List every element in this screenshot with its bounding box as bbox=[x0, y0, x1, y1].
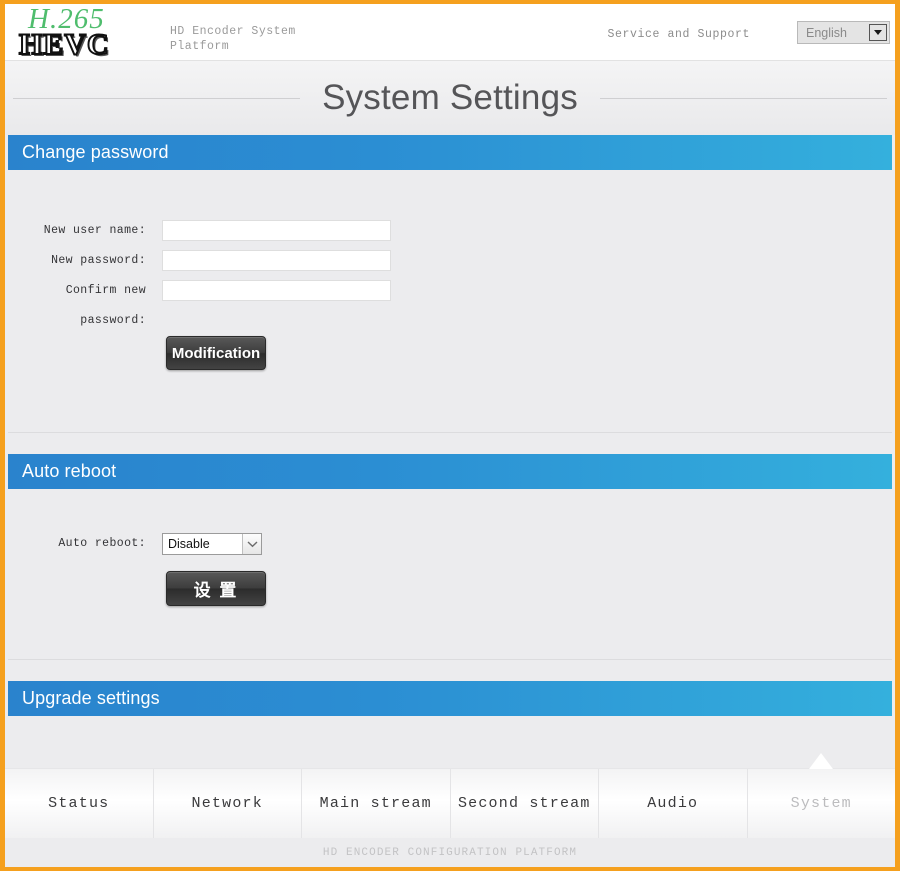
logo-hevc-text: HEVC bbox=[18, 28, 110, 61]
auto-reboot-body: Auto reboot: Disable 设 置 bbox=[5, 489, 895, 659]
page-title: System Settings bbox=[322, 78, 578, 117]
confirm-password-label-line2: password: bbox=[80, 314, 146, 327]
tab-network[interactable]: Network bbox=[154, 769, 302, 838]
tab-system-label: System bbox=[790, 795, 852, 812]
language-select-value: English bbox=[806, 25, 847, 40]
confirm-password-input[interactable] bbox=[162, 280, 391, 301]
modification-button[interactable]: Modification bbox=[166, 336, 266, 370]
language-select[interactable]: English bbox=[797, 21, 890, 44]
title-rule-left bbox=[13, 97, 301, 99]
active-tab-caret-icon bbox=[809, 753, 834, 769]
new-user-name-input[interactable] bbox=[162, 220, 391, 241]
confirm-password-label: Confirm new password: bbox=[5, 276, 146, 336]
page-footer: HD ENCODER CONFIGURATION PLATFORM bbox=[5, 838, 895, 867]
divider-after-auto-reboot bbox=[8, 659, 892, 660]
bottom-nav-bar: Status Network Main stream Second stream… bbox=[5, 753, 896, 838]
chevron-down-icon[interactable] bbox=[869, 24, 887, 41]
section-change-password: Change password New user name: New passw… bbox=[5, 135, 895, 432]
section-auto-reboot: Auto reboot Auto reboot: Disable 设 置 bbox=[5, 454, 895, 659]
auto-reboot-set-button[interactable]: 设 置 bbox=[166, 571, 266, 606]
change-password-header: Change password bbox=[8, 135, 892, 179]
confirm-password-label-line1: Confirm new bbox=[65, 284, 146, 297]
system-name-label: HD Encoder System Platform bbox=[170, 25, 296, 53]
tab-status[interactable]: Status bbox=[5, 769, 154, 838]
footer-text: HD ENCODER CONFIGURATION PLATFORM bbox=[322, 846, 578, 859]
site-logo: H.265 HEVC bbox=[14, 4, 149, 61]
change-password-title: Change password bbox=[22, 142, 169, 162]
upgrade-settings-title: Upgrade settings bbox=[22, 688, 160, 708]
tab-system[interactable]: System bbox=[748, 753, 896, 838]
section-upgrade-settings: Upgrade settings bbox=[5, 681, 895, 761]
top-header-bar: H.265 HEVC HD Encoder System Platform Se… bbox=[5, 4, 895, 61]
new-password-input[interactable] bbox=[162, 250, 391, 271]
service-and-support-link[interactable]: Service and Support bbox=[607, 28, 750, 41]
auto-reboot-select-value: Disable bbox=[168, 537, 210, 551]
divider-after-change-password bbox=[8, 432, 892, 433]
new-password-label: New password: bbox=[51, 254, 146, 267]
browser-page: H.265 HEVC HD Encoder System Platform Se… bbox=[0, 0, 900, 871]
upgrade-settings-body bbox=[5, 716, 895, 761]
upgrade-settings-header: Upgrade settings bbox=[8, 681, 892, 725]
auto-reboot-select[interactable]: Disable bbox=[162, 533, 262, 555]
form-row-new-user-name: New user name: bbox=[5, 216, 391, 246]
new-user-name-label: New user name: bbox=[43, 224, 146, 237]
tab-second-stream[interactable]: Second stream bbox=[451, 769, 599, 838]
tab-second-stream-label: Second stream bbox=[457, 795, 591, 812]
auto-reboot-header: Auto reboot bbox=[8, 454, 892, 498]
form-row-auto-reboot: Auto reboot: Disable bbox=[5, 533, 262, 555]
auto-reboot-label: Auto reboot: bbox=[58, 537, 146, 550]
form-row-new-password: New password: bbox=[5, 246, 391, 276]
page-title-bar: System Settings bbox=[5, 61, 895, 135]
tab-audio-label: Audio bbox=[647, 795, 699, 812]
tab-network-label: Network bbox=[191, 795, 263, 812]
page-inner: H.265 HEVC HD Encoder System Platform Se… bbox=[5, 4, 895, 867]
form-row-confirm-password: Confirm new password: bbox=[5, 276, 391, 336]
tab-main-stream[interactable]: Main stream bbox=[302, 769, 451, 838]
auto-reboot-title: Auto reboot bbox=[22, 461, 117, 481]
change-password-body: New user name: New password: Confirm new… bbox=[5, 170, 895, 432]
chevron-down-icon[interactable] bbox=[242, 534, 261, 554]
tab-main-stream-label: Main stream bbox=[319, 795, 432, 812]
tab-status-label: Status bbox=[48, 795, 110, 812]
title-rule-right bbox=[599, 97, 888, 99]
tab-audio[interactable]: Audio bbox=[599, 769, 748, 838]
